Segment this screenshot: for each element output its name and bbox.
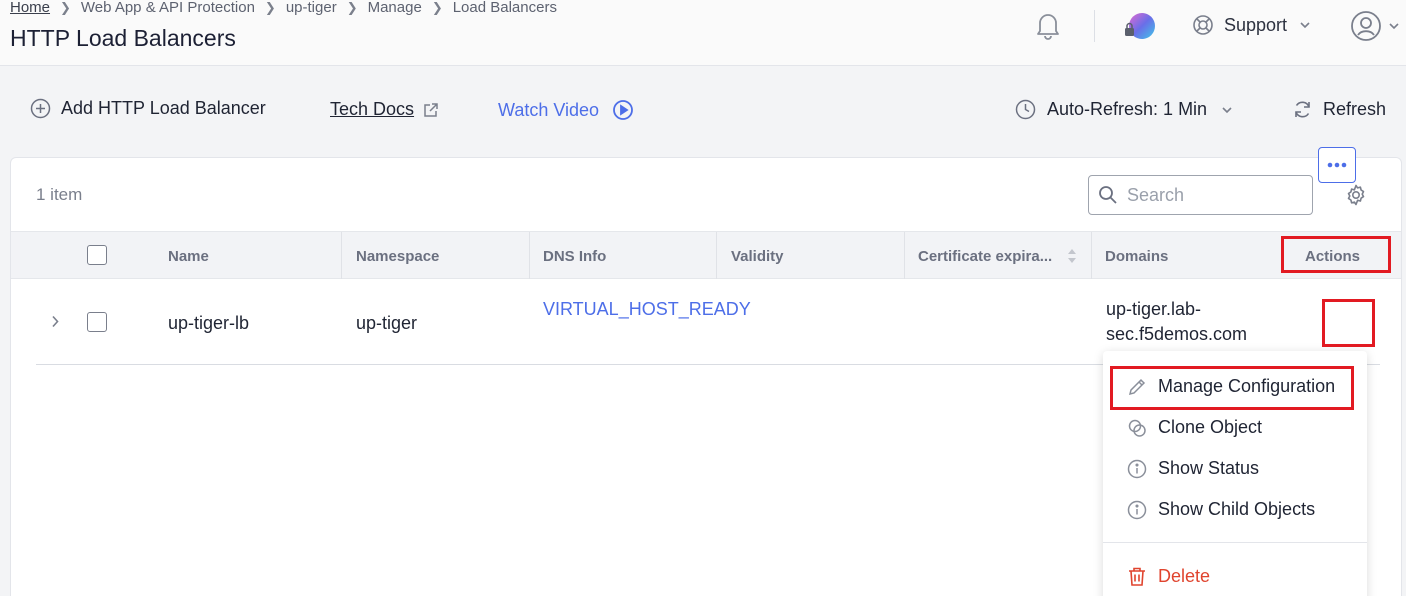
chevron-down-icon xyxy=(1389,23,1399,30)
menu-item-label: Manage Configuration xyxy=(1158,376,1336,396)
breadcrumb-waap[interactable]: Web App & API Protection xyxy=(81,0,255,16)
play-circle-icon xyxy=(613,100,633,120)
row-checkbox[interactable] xyxy=(87,312,107,332)
support-menu[interactable]: Support xyxy=(1192,12,1311,38)
auto-refresh-label: Auto-Refresh: 1 Min xyxy=(1047,99,1208,119)
select-all-checkbox[interactable] xyxy=(87,245,107,265)
menu-item-label: Show Child Objects xyxy=(1158,499,1316,519)
row-domains: up-tiger.lab-sec.f5demos.com xyxy=(1106,299,1248,344)
watch-video-link[interactable]: Watch Video xyxy=(498,99,634,121)
gear-icon[interactable] xyxy=(1344,183,1368,212)
menu-item-show-status[interactable]: Show Status xyxy=(1127,458,1259,479)
add-load-balancer-button[interactable]: Add HTTP Load Balancer xyxy=(30,98,266,119)
row-namespace: up-tiger xyxy=(356,313,418,333)
chevron-right-icon: ❯ xyxy=(346,0,358,15)
support-icon xyxy=(1193,15,1213,35)
search-icon xyxy=(1099,186,1117,204)
refresh-label: Refresh xyxy=(1323,99,1387,119)
info-icon xyxy=(1127,500,1147,519)
table-header: Name Namespace DNS Info Validity Certifi… xyxy=(11,231,1401,279)
info-icon xyxy=(1127,459,1147,478)
menu-item-show-child-objects[interactable]: Show Child Objects xyxy=(1127,499,1315,520)
chevron-down-icon xyxy=(1300,22,1310,29)
chevron-down-icon xyxy=(1222,106,1232,113)
item-count: 1 item xyxy=(36,185,83,204)
breadcrumb: Home ❯ Web App & API Protection ❯ up-tiger ❯ M… xyxy=(10,0,557,16)
breadcrumb-namespace[interactable]: up-tiger xyxy=(286,0,337,16)
bell-icon[interactable] xyxy=(1032,9,1064,41)
header-divider xyxy=(1094,10,1095,42)
refresh-button[interactable]: Refresh xyxy=(1292,99,1386,120)
external-link-icon xyxy=(424,102,438,117)
plus-circle-icon xyxy=(30,98,51,119)
row-dns-info[interactable]: VIRTUAL_HOST_READY xyxy=(543,297,751,322)
watch-video-label: Watch Video xyxy=(498,99,600,120)
chevron-right-icon[interactable] xyxy=(51,315,59,328)
column-divider xyxy=(1091,232,1092,279)
support-label: Support xyxy=(1224,14,1288,35)
menu-item-manage-configuration[interactable]: Manage Configuration xyxy=(1127,376,1335,397)
toolbar: Add HTTP Load Balancer Tech Docs Watch V… xyxy=(0,67,1406,157)
row-actions-button[interactable] xyxy=(1318,147,1356,183)
menu-item-clone-object[interactable]: Clone Object xyxy=(1127,417,1262,438)
column-header-domains[interactable]: Domains xyxy=(1105,248,1168,265)
column-divider xyxy=(904,232,905,279)
clock-icon xyxy=(1015,99,1036,120)
breadcrumb-load-balancers: Load Balancers xyxy=(452,0,557,16)
column-header-actions: Actions xyxy=(1305,248,1361,265)
pencil-icon xyxy=(1128,378,1146,395)
menu-divider xyxy=(1103,542,1367,543)
chevron-right-icon: ❯ xyxy=(60,0,71,15)
delete-label: Delete xyxy=(1158,566,1211,586)
menu-item-label: Clone Object xyxy=(1158,417,1263,437)
tech-docs-link[interactable]: Tech Docs xyxy=(330,99,439,120)
trash-icon xyxy=(1129,567,1145,586)
more-horizontal-icon xyxy=(1327,162,1347,168)
search-input[interactable]: Search xyxy=(1088,175,1313,215)
row-name[interactable]: up-tiger-lb xyxy=(168,313,249,334)
menu-item-delete[interactable]: Delete xyxy=(1127,566,1210,587)
tech-docs-label: Tech Docs xyxy=(330,99,415,119)
breadcrumb-manage[interactable]: Manage xyxy=(368,0,422,16)
sort-icon[interactable] xyxy=(1067,248,1077,264)
page-title: HTTP Load Balancers xyxy=(10,25,236,51)
auto-refresh-select[interactable]: Auto-Refresh: 1 Min xyxy=(1015,99,1233,120)
column-divider xyxy=(341,232,342,279)
org-avatar[interactable] xyxy=(1123,12,1155,40)
top-header: Home ❯ Web App & API Protection ❯ up-tiger ❯ M… xyxy=(0,0,1406,66)
column-header-dns-info[interactable]: DNS Info xyxy=(543,248,606,265)
chevron-right-icon: ❯ xyxy=(431,0,443,15)
add-load-balancer-label: Add HTTP Load Balancer xyxy=(61,98,266,118)
chevron-right-icon: ❯ xyxy=(264,0,276,15)
column-header-validity[interactable]: Validity xyxy=(731,248,784,265)
column-header-certificate-expiration[interactable]: Certificate expira... xyxy=(918,248,1052,265)
user-icon xyxy=(1351,11,1381,41)
column-divider xyxy=(529,232,530,279)
search-placeholder: Search xyxy=(1127,184,1185,205)
clone-icon xyxy=(1128,419,1146,437)
breadcrumb-home[interactable]: Home xyxy=(10,0,50,16)
user-menu[interactable] xyxy=(1350,10,1400,42)
column-header-namespace[interactable]: Namespace xyxy=(356,248,439,265)
column-header-name[interactable]: Name xyxy=(168,248,209,265)
menu-item-label: Show Status xyxy=(1158,458,1260,478)
actions-menu: Manage Configuration Clone Object Show S… xyxy=(1103,351,1367,596)
refresh-icon xyxy=(1295,101,1310,118)
column-divider xyxy=(716,232,717,279)
